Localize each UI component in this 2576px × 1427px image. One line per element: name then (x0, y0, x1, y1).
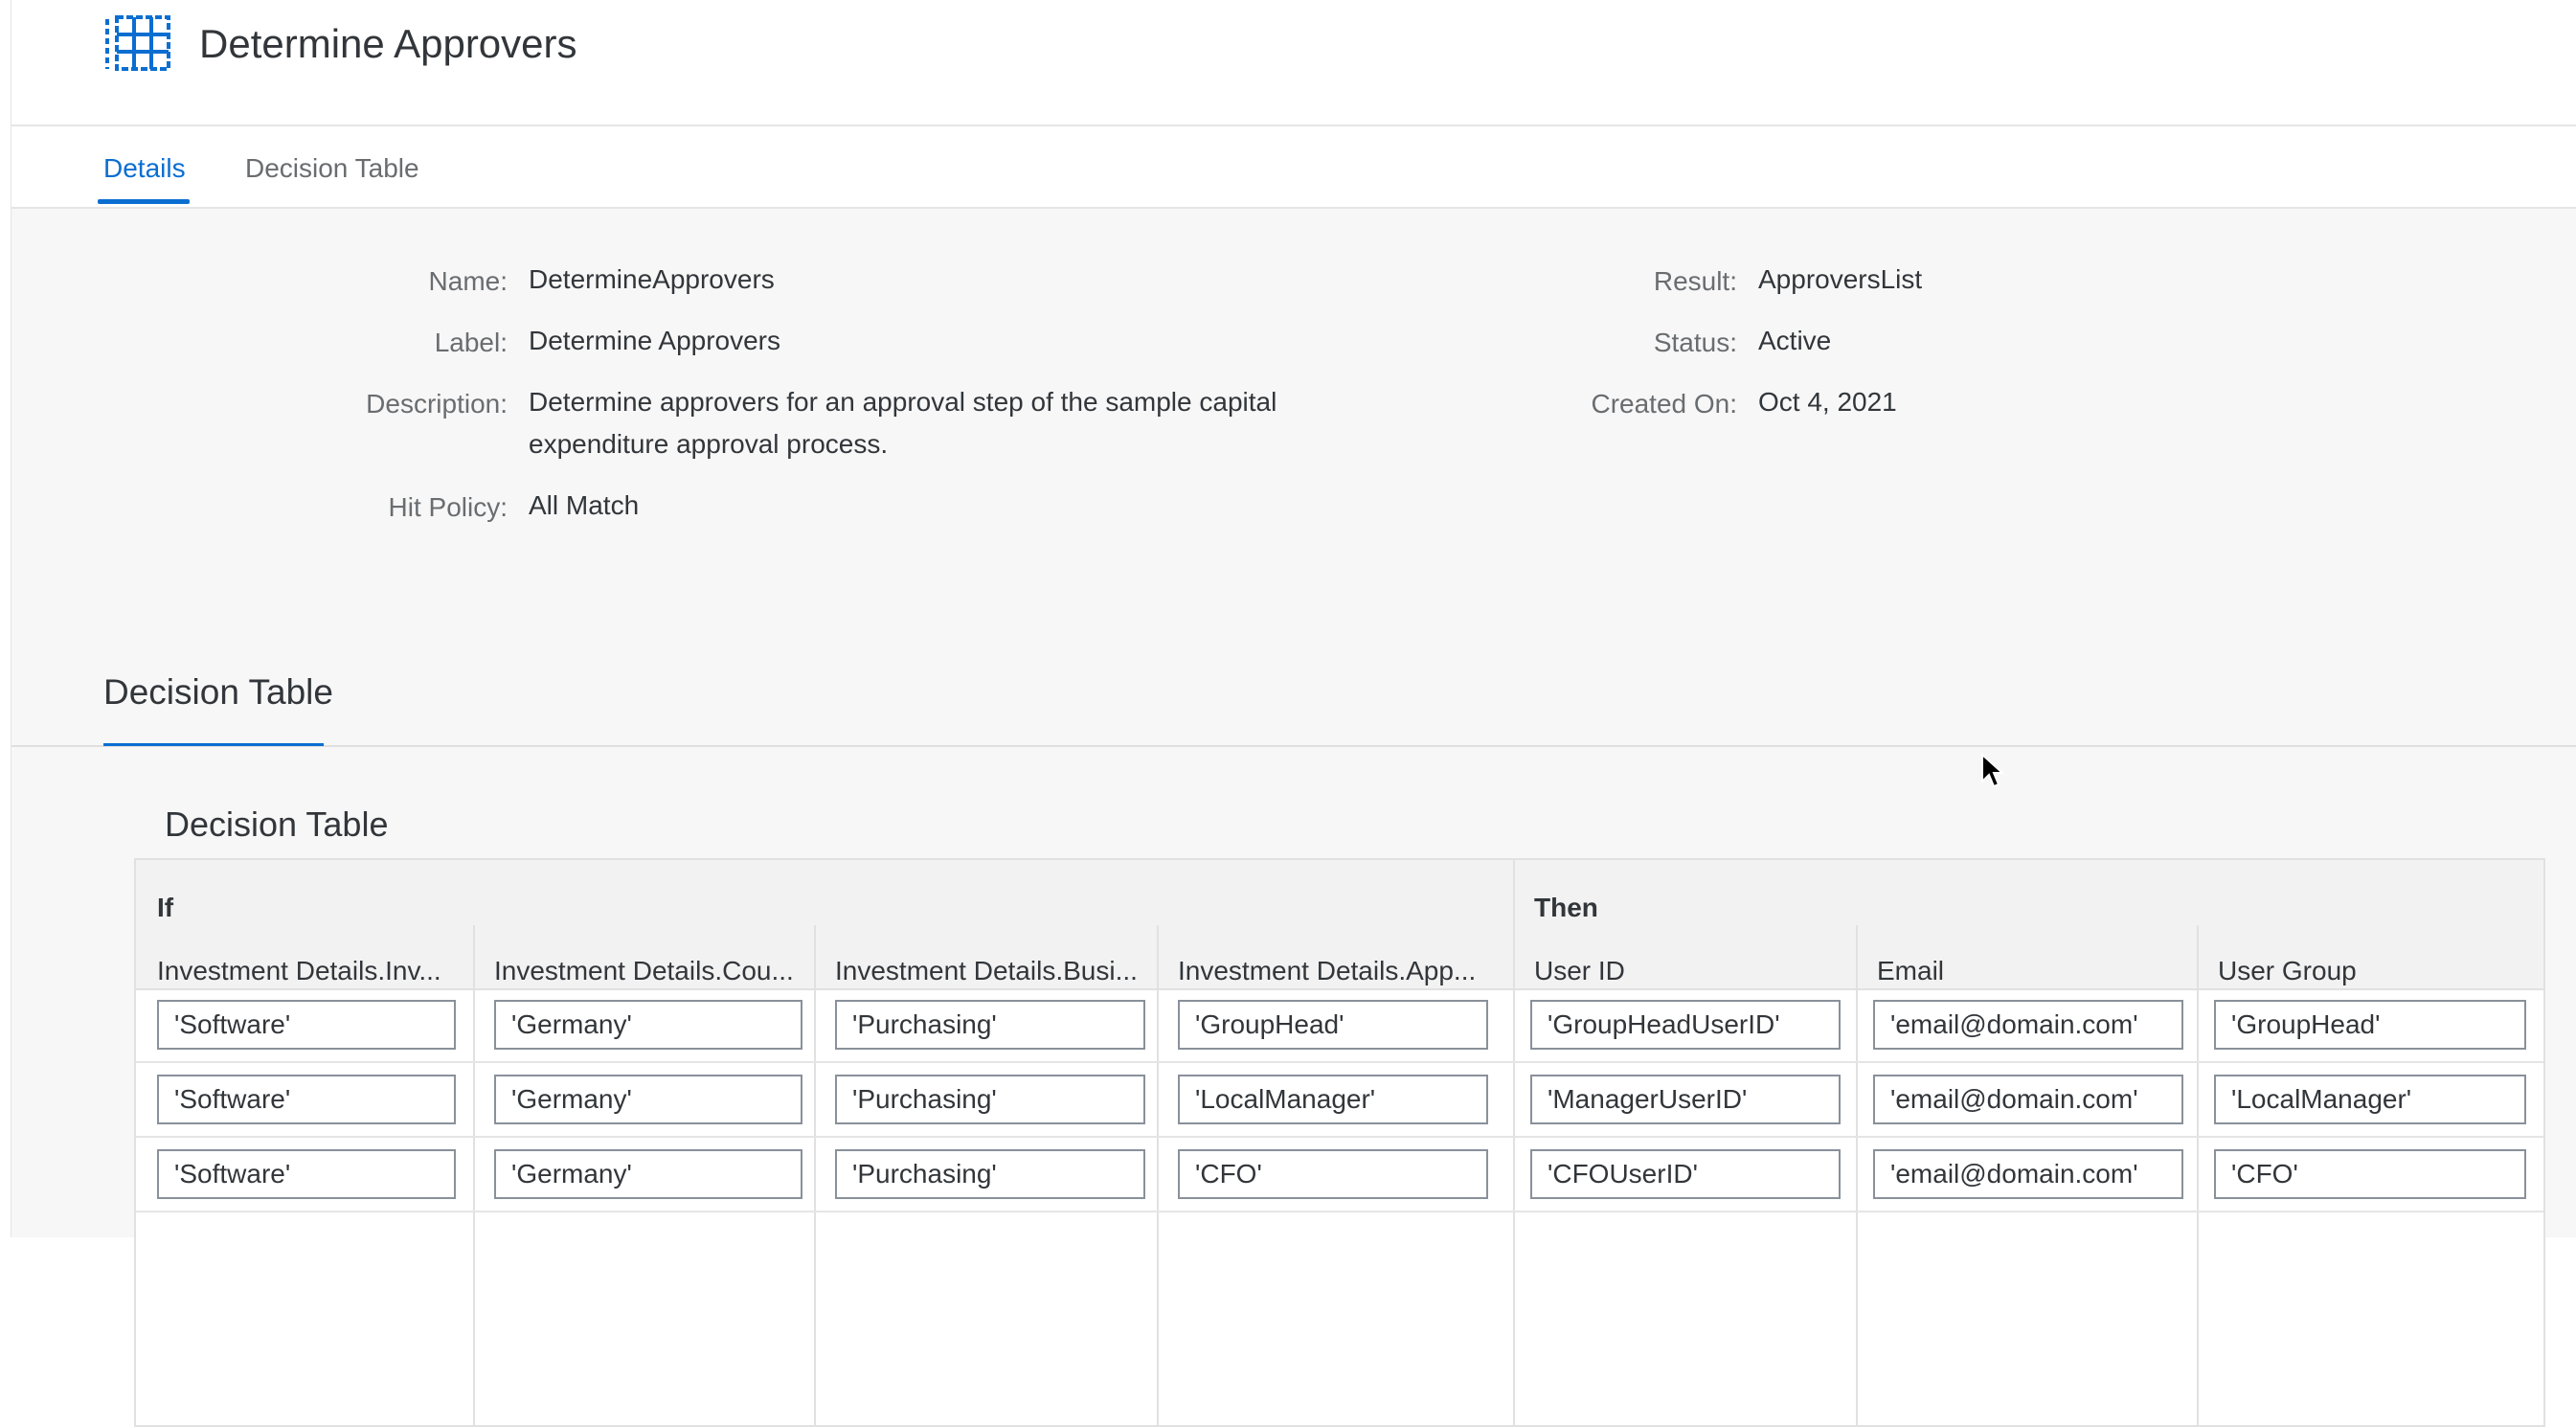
decision-table: If Then Investment Details.Inv... Invest… (134, 858, 2545, 1427)
section-divider (11, 745, 2576, 747)
table-row: 'Software' 'Germany' 'Purchasing' 'CFO' … (136, 1138, 2543, 1212)
cell-input[interactable]: 'Germany' (494, 1149, 802, 1199)
cell-input[interactable]: 'email@domain.com' (1873, 1075, 2183, 1124)
mouse-pointer-icon (1981, 753, 2005, 788)
result-label: Result: (1653, 266, 1737, 296)
cell-input[interactable]: 'Purchasing' (835, 1075, 1145, 1124)
description-line-1: Determine approvers for an approval step… (529, 387, 1277, 417)
cell-input[interactable]: 'CFOUserID' (1530, 1149, 1841, 1199)
cell-input[interactable]: 'email@domain.com' (1873, 1149, 2183, 1199)
cell-input[interactable]: 'GroupHead' (1178, 1000, 1488, 1050)
cell-input[interactable]: 'LocalManager' (2214, 1075, 2526, 1124)
hit-policy-value: All Match (529, 490, 640, 520)
status-label: Status: (1653, 328, 1737, 357)
if-group-label: If (157, 893, 174, 922)
table-row: 'Software' 'Germany' 'Purchasing' 'Local… (136, 1063, 2543, 1138)
decision-table-title: Decision Table (165, 804, 389, 844)
cell-input[interactable]: 'Germany' (494, 1075, 802, 1124)
name-label: Name: (428, 266, 508, 296)
status-value: Active (1758, 326, 1832, 355)
cell-input[interactable]: 'GroupHead' (2214, 1000, 2526, 1050)
cell-input[interactable]: 'Germany' (494, 1000, 802, 1050)
label-value: Determine Approvers (529, 326, 781, 355)
description-line-2: expenditure approval process. (529, 429, 889, 459)
cell-input[interactable]: 'GroupHeadUserID' (1530, 1000, 1841, 1050)
column-header-country[interactable]: Investment Details.Cou... (494, 956, 814, 986)
cell-input[interactable]: 'Software' (157, 1000, 456, 1050)
cell-input[interactable]: 'CFO' (2214, 1149, 2526, 1199)
section-title-underline (103, 743, 324, 746)
cell-input[interactable]: 'email@domain.com' (1873, 1000, 2183, 1050)
cell-input[interactable]: 'ManagerUserID' (1530, 1075, 1841, 1124)
cell-input[interactable]: 'CFO' (1178, 1149, 1488, 1199)
table-row: 'Software' 'Germany' 'Purchasing' 'Group… (136, 988, 2543, 1063)
column-header-email[interactable]: Email (1877, 956, 2183, 986)
tab-details[interactable]: Details (103, 153, 186, 184)
tab-bar: Details Decision Table (11, 126, 2576, 209)
details-content: Name: DetermineApprovers Label: Determin… (11, 209, 2576, 1427)
created-on-value: Oct 4, 2021 (1758, 387, 1897, 417)
section-title: Decision Table (103, 672, 333, 712)
cell-input[interactable]: 'Software' (157, 1149, 456, 1199)
table-grid-icon (105, 15, 170, 71)
column-header-user-id[interactable]: User ID (1534, 956, 1841, 986)
table-header: If Then Investment Details.Inv... Invest… (136, 860, 2543, 990)
description-label: Description: (366, 389, 508, 419)
tab-decision-table[interactable]: Decision Table (245, 153, 419, 184)
cell-input[interactable]: 'Purchasing' (835, 1000, 1145, 1050)
name-value: DetermineApprovers (529, 264, 775, 294)
page-title: Determine Approvers (199, 21, 577, 66)
cell-input[interactable]: 'Purchasing' (835, 1149, 1145, 1199)
page-header: Determine Approvers (11, 0, 2576, 126)
then-group-label: Then (1534, 893, 1598, 922)
column-header-approver[interactable]: Investment Details.App... (1178, 956, 1498, 986)
created-on-label: Created On: (1591, 389, 1737, 419)
hit-policy-label: Hit Policy: (388, 492, 508, 522)
cell-input[interactable]: 'Software' (157, 1075, 456, 1124)
column-header-investment-type[interactable]: Investment Details.Inv... (157, 956, 463, 986)
label-label: Label: (434, 328, 508, 357)
cell-input[interactable]: 'LocalManager' (1178, 1075, 1488, 1124)
result-value: ApproversList (1758, 264, 1923, 294)
active-tab-indicator (98, 199, 190, 204)
column-header-business-area[interactable]: Investment Details.Busi... (835, 956, 1155, 986)
column-header-user-group[interactable]: User Group (2218, 956, 2524, 986)
